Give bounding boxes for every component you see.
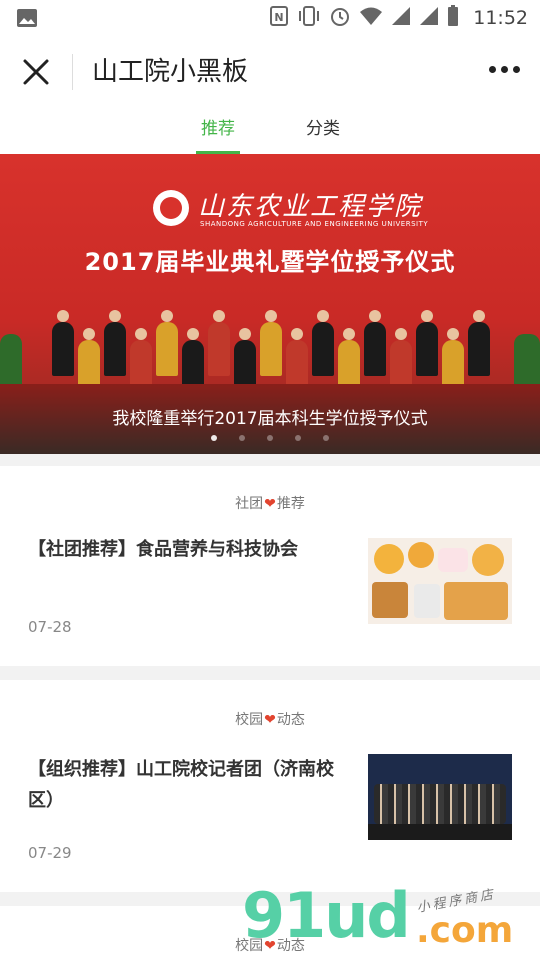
tab-bar: 推荐 分类 [0, 108, 540, 154]
watermark-logo: 91ud 小程序商店 .com [240, 880, 540, 960]
signal-icon [391, 6, 411, 30]
school-name-english: SHANDONG AGRICULTURE AND ENGINEERING UNI… [200, 220, 429, 228]
nav-divider [72, 54, 73, 90]
article-thumbnail [368, 754, 512, 840]
graduate-figure [104, 310, 126, 376]
graduate-figure [52, 310, 74, 376]
tab-category[interactable]: 分类 [306, 116, 340, 142]
signal-icon [419, 6, 439, 30]
svg-text:N: N [275, 11, 284, 24]
graduate-figure [260, 310, 282, 376]
nav-bar: 山工院小黑板 [0, 36, 540, 108]
graduate-figure [208, 310, 230, 376]
banner-carousel[interactable]: 山东农业工程学院 SHANDONG AGRICULTURE AND ENGINE… [0, 154, 540, 454]
carousel-dot[interactable] [239, 435, 245, 441]
school-seal-icon [153, 190, 189, 226]
carousel-dot[interactable] [323, 435, 329, 441]
heart-icon: ❤ [264, 496, 276, 512]
heart-icon: ❤ [264, 712, 276, 728]
status-icons: N 11:52 [269, 0, 528, 36]
banner-headline: 2017届毕业典礼暨学位授予仪式 [84, 248, 456, 276]
banner-caption: 我校隆重举行2017届本科生学位授予仪式 [112, 409, 428, 429]
article-date: 07-28 [28, 618, 72, 636]
article-title: 【组织推荐】山工院校记者团（济南校区） [28, 759, 334, 811]
watermark-brand: 91ud [242, 879, 411, 952]
carousel-indicator [0, 435, 540, 441]
watermark-suffix: .com [416, 910, 514, 951]
close-icon[interactable] [22, 58, 50, 86]
category-left-text: 社团 [235, 496, 264, 512]
category-label: 社团❤推荐 [0, 494, 540, 514]
more-icon[interactable] [489, 66, 520, 73]
article-date: 07-29 [28, 844, 72, 862]
tab-recommend[interactable]: 推荐 [201, 116, 235, 142]
alarm-icon [329, 5, 351, 31]
battery-icon [447, 5, 459, 31]
category-right-text: 动态 [276, 712, 305, 728]
nfc-icon: N [269, 5, 289, 31]
carousel-dot[interactable] [211, 435, 217, 441]
wifi-icon [359, 6, 383, 30]
graduate-figure [468, 310, 490, 376]
category-label: 校园❤动态 [0, 710, 540, 730]
vibrate-icon [297, 5, 321, 31]
article-title: 【社团推荐】食品营养与科技协会 [28, 539, 298, 560]
carousel-dot[interactable] [267, 435, 273, 441]
article-card[interactable]: 校园❤动态 【组织推荐】山工院校记者团（济南校区） 07-29 [0, 680, 540, 892]
category-left-text: 校园 [235, 712, 264, 728]
school-name: 山东农业工程学院 [198, 192, 423, 222]
graduate-figure [312, 310, 334, 376]
graduate-figure [364, 310, 386, 376]
status-bar: N 11:52 [0, 0, 540, 36]
graduate-figure [156, 310, 178, 376]
status-time: 11:52 [473, 7, 528, 29]
page-title: 山工院小黑板 [92, 57, 249, 87]
category-right-text: 推荐 [276, 496, 305, 512]
article-thumbnail [368, 538, 512, 624]
graduate-figure [416, 310, 438, 376]
image-icon [16, 8, 38, 32]
article-card[interactable]: 社团❤推荐 【社团推荐】食品营养与科技协会 07-28 [0, 466, 540, 666]
carousel-dot[interactable] [295, 435, 301, 441]
